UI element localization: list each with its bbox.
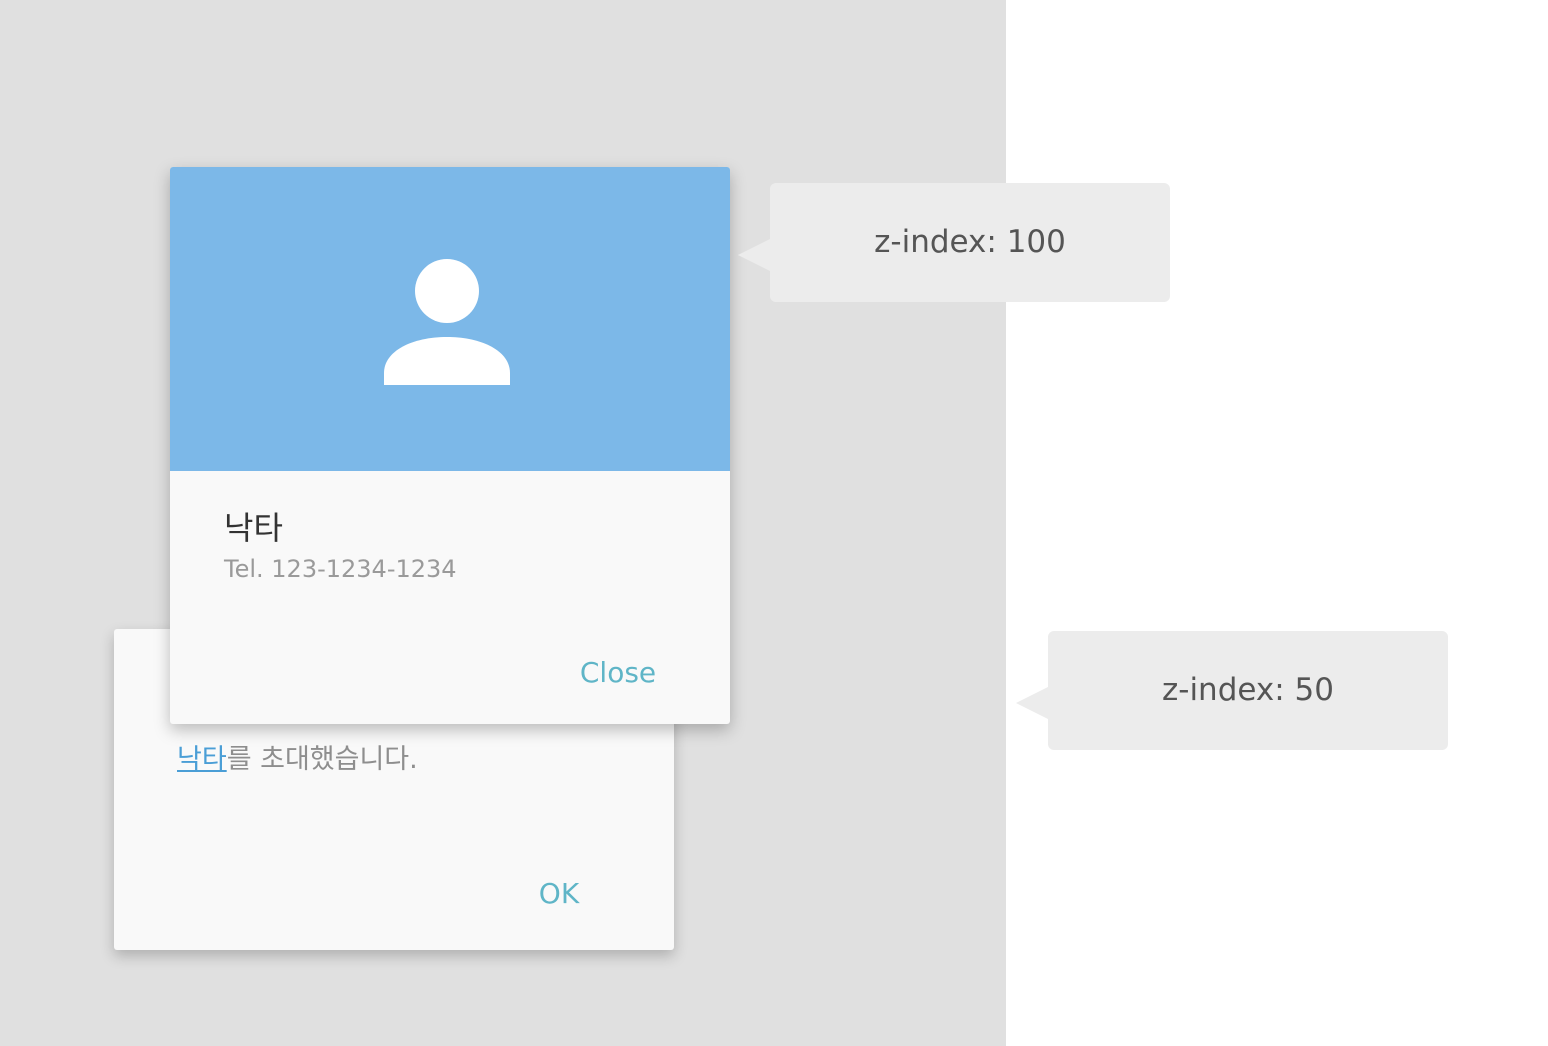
invite-message: 낙타를 초대했습니다. [177, 737, 418, 776]
callout-front-label: z-index: 100 [874, 224, 1066, 260]
contact-name: 낙타 [224, 509, 283, 547]
diagram-canvas: 낙타를 초대했습니다. OK 낙타 Tel. 123-1234-1234 Clo… [0, 0, 1548, 1046]
contact-header [170, 167, 730, 471]
person-icon [384, 259, 510, 385]
ok-button[interactable]: OK [519, 872, 599, 916]
contact-phone: Tel. 123-1234-1234 [224, 555, 457, 583]
contact-dialog: 낙타 Tel. 123-1234-1234 Close [170, 167, 730, 724]
callout-front-zindex: z-index: 100 [738, 183, 1170, 302]
callout-back-label: z-index: 50 [1161, 672, 1334, 708]
invite-message-text: 를 초대했습니다. [226, 744, 418, 775]
callout-back-zindex: z-index: 50 [1016, 631, 1448, 750]
close-button[interactable]: Close [568, 651, 668, 695]
invitee-link[interactable]: 낙타 [177, 744, 227, 775]
